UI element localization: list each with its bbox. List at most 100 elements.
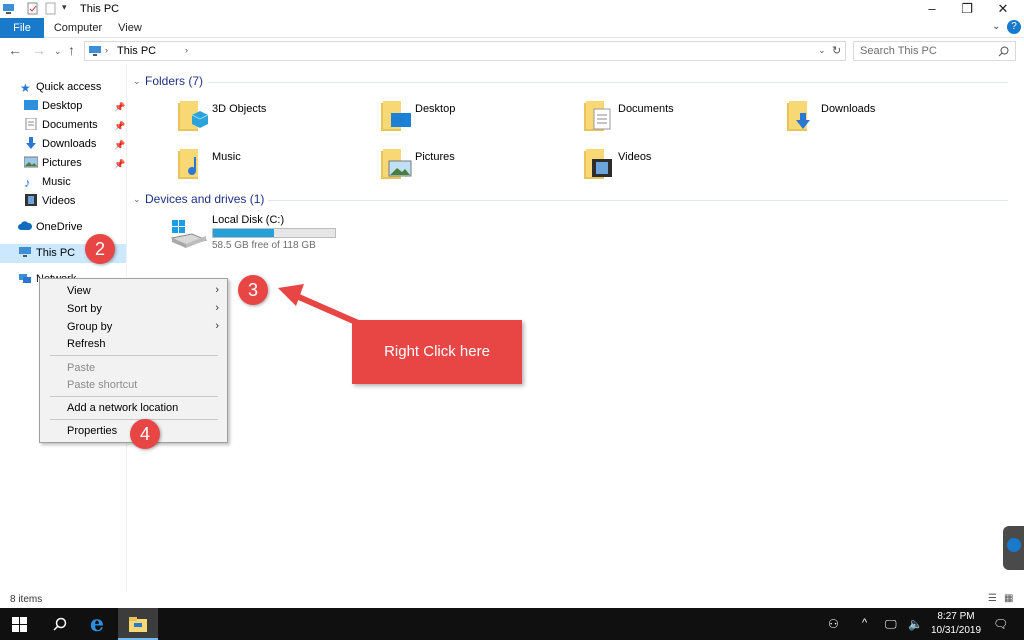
ribbon: File Computer View ⌄ ? xyxy=(0,18,1024,38)
this-pc-icon xyxy=(89,46,101,56)
menu-item-view[interactable]: View xyxy=(67,285,91,297)
tab-view[interactable]: View xyxy=(110,18,150,38)
drive-local-disk-c[interactable]: Local Disk (C:) 58.5 GB free of 118 GB xyxy=(170,214,350,254)
documents-folder-icon xyxy=(584,101,611,131)
properties-icon[interactable] xyxy=(26,2,39,15)
customize-toolbar-icon[interactable]: ▾ xyxy=(62,2,67,13)
restore-button[interactable]: ❐ xyxy=(950,0,984,18)
people-icon[interactable]: ⚇ xyxy=(828,617,839,631)
group-divider xyxy=(208,82,1008,83)
file-explorer-icon xyxy=(129,617,147,632)
details-view-icon[interactable]: ☰ xyxy=(988,593,997,604)
sidebar-item-onedrive[interactable]: OneDrive xyxy=(18,218,82,237)
menu-separator xyxy=(50,396,218,397)
folder-3d-objects[interactable]: 3D Objects xyxy=(178,99,328,139)
3d-objects-folder-icon xyxy=(178,101,209,131)
file-explorer-taskbar-button[interactable] xyxy=(118,608,158,640)
up-button[interactable]: ↑ xyxy=(68,42,75,58)
folder-videos[interactable]: Videos xyxy=(584,147,734,187)
pictures-folder-icon xyxy=(381,149,412,179)
search-taskbar-button[interactable] xyxy=(40,608,80,640)
refresh-icon[interactable]: ↻ xyxy=(832,44,841,57)
breadcrumb-this-pc[interactable]: This PC xyxy=(117,45,156,57)
this-pc-icon xyxy=(19,247,31,257)
sidebar-item-documents[interactable]: Documents xyxy=(24,116,98,135)
folder-pictures[interactable]: Pictures xyxy=(381,147,531,187)
drive-label: Local Disk (C:) xyxy=(212,214,285,226)
taskbar: e ⚇ ^ 🖵 🔈 8:27 PM 10/31/2019 🗨 xyxy=(0,608,1024,640)
minimize-button[interactable]: – xyxy=(915,0,949,18)
help-icon[interactable]: ? xyxy=(1007,20,1021,34)
step-badge-3: 3 xyxy=(238,275,268,305)
search-icon[interactable] xyxy=(998,46,1009,57)
edge-taskbar-button[interactable]: e xyxy=(80,608,120,640)
back-button[interactable]: ← xyxy=(8,42,22,58)
network-status-icon[interactable]: 🖵 xyxy=(885,617,897,632)
menu-separator xyxy=(50,355,218,356)
pictures-icon xyxy=(24,156,38,168)
collapse-group-icon[interactable]: ⌄ xyxy=(133,76,141,87)
music-icon: ♪ xyxy=(24,175,31,190)
breadcrumb-chevron-icon[interactable]: › xyxy=(185,45,188,55)
folder-documents[interactable]: Documents xyxy=(584,99,734,139)
navigation-bar: ← → ⌄ ↑ › This PC › ⌄ ↻ Search This PC xyxy=(0,38,1024,64)
sidebar-item-music[interactable]: ♪ Music xyxy=(24,173,71,192)
side-widget[interactable] xyxy=(1003,526,1024,570)
tab-file[interactable]: File xyxy=(0,18,44,38)
search-input[interactable]: Search This PC xyxy=(853,41,1016,61)
start-button[interactable] xyxy=(0,608,40,640)
address-bar[interactable]: › This PC › ⌄ ↻ xyxy=(84,41,846,61)
folders-group-header[interactable]: Folders (7) xyxy=(145,74,203,88)
collapse-group-icon[interactable]: ⌄ xyxy=(133,194,141,205)
clock-date: 10/31/2019 xyxy=(930,625,982,636)
new-folder-icon[interactable] xyxy=(44,2,57,15)
menu-item-group-by[interactable]: Group by xyxy=(67,321,112,333)
action-center-icon[interactable]: 🗨 xyxy=(993,617,1008,631)
devices-group-header[interactable]: Devices and drives (1) xyxy=(145,192,264,206)
desktop-folder-icon xyxy=(381,101,411,131)
tab-computer[interactable]: Computer xyxy=(48,18,108,38)
desktop-icon xyxy=(24,100,38,110)
network-icon xyxy=(19,274,31,283)
sidebar-item-quick-access[interactable]: ★ Quick access xyxy=(20,78,101,97)
address-dropdown-icon[interactable]: ⌄ xyxy=(818,45,826,56)
drive-free-space: 58.5 GB free of 118 GB xyxy=(212,240,316,251)
menu-item-refresh[interactable]: Refresh xyxy=(67,338,106,350)
close-button[interactable]: ✕ xyxy=(986,0,1020,18)
music-folder-icon xyxy=(178,149,198,179)
drive-usage-bar xyxy=(212,228,336,238)
forward-button[interactable]: → xyxy=(32,42,46,58)
expand-ribbon-icon[interactable]: ⌄ xyxy=(992,21,1000,32)
pin-icon[interactable]: 📌 xyxy=(114,140,125,151)
context-menu: View › Sort by › Group by › Refresh Past… xyxy=(39,278,228,443)
drive-usage-fill xyxy=(213,229,275,237)
sidebar-item-videos[interactable]: Videos xyxy=(24,192,75,211)
pin-icon[interactable]: 📌 xyxy=(114,159,125,170)
clock[interactable]: 8:27 PM 10/31/2019 xyxy=(926,610,986,638)
volume-icon[interactable]: 🔈 xyxy=(908,617,923,631)
downloads-icon xyxy=(26,137,36,149)
recent-locations-icon[interactable]: ⌄ xyxy=(54,46,62,57)
step-badge-4: 4 xyxy=(130,419,160,449)
pin-icon[interactable]: 📌 xyxy=(114,121,125,132)
menu-item-sort-by[interactable]: Sort by xyxy=(67,303,102,315)
clock-time: 8:27 PM xyxy=(937,611,975,622)
folder-desktop[interactable]: Desktop xyxy=(381,99,531,139)
submenu-chevron-icon: › xyxy=(215,320,219,332)
breadcrumb-chevron-icon: › xyxy=(105,45,108,55)
sidebar-item-downloads[interactable]: Downloads xyxy=(24,135,96,154)
sidebar-item-desktop[interactable]: Desktop xyxy=(24,97,82,116)
large-icons-view-icon[interactable]: ▦ xyxy=(1004,593,1013,604)
menu-item-paste[interactable]: Paste xyxy=(67,362,95,374)
pin-icon[interactable]: 📌 xyxy=(114,102,125,113)
this-pc-icon xyxy=(3,4,14,14)
menu-item-paste-shortcut[interactable]: Paste shortcut xyxy=(67,379,137,391)
windows-logo-icon xyxy=(12,617,27,632)
folder-music[interactable]: Music xyxy=(178,147,328,187)
folder-downloads[interactable]: Downloads xyxy=(787,99,937,139)
sidebar-item-pictures[interactable]: Pictures xyxy=(24,154,82,173)
menu-item-properties[interactable]: Properties xyxy=(67,425,117,437)
hard-drive-icon xyxy=(170,220,208,248)
show-hidden-icons-icon[interactable]: ^ xyxy=(862,617,867,629)
menu-item-add-network-location[interactable]: Add a network location xyxy=(67,402,178,414)
